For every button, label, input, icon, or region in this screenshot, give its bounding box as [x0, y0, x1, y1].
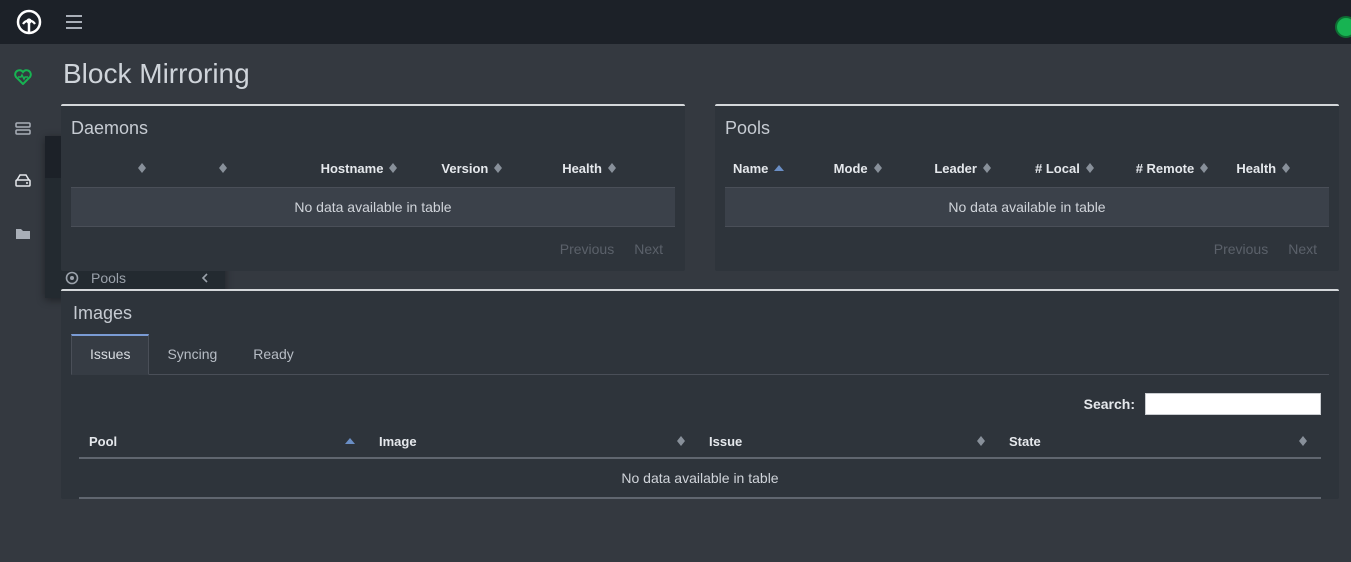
pools-empty-row: No data available in table [725, 187, 1329, 227]
sidebar-rail [0, 44, 45, 562]
prev-button[interactable]: Previous [1214, 241, 1268, 257]
daemons-col-health[interactable]: Health [554, 161, 675, 176]
rail-filesystem[interactable] [0, 220, 45, 246]
daemons-title: Daemons [61, 106, 685, 153]
images-title: Images [71, 291, 1329, 334]
images-col-state[interactable]: State [999, 434, 1321, 449]
page-title: Block Mirroring [63, 58, 1339, 90]
tab-ready[interactable]: Ready [235, 336, 311, 374]
daemons-empty-row: No data available in table [71, 187, 675, 227]
daemons-col-id[interactable]: ID [192, 161, 313, 176]
prev-button[interactable]: Previous [560, 241, 614, 257]
daemons-pager: Previous Next [61, 227, 685, 257]
images-tabs: Issues Syncing Ready [71, 334, 1329, 374]
images-tabpanel: Search: Pool Image Issue State No data a… [71, 375, 1329, 499]
pools-title: Pools [715, 106, 1339, 153]
daemons-col-version[interactable]: Version [433, 161, 554, 176]
pools-col-remote[interactable]: # Remote [1128, 161, 1229, 176]
pools-col-health[interactable]: Health [1228, 161, 1329, 176]
daemons-table: Instance ID Hostname Version Health No d… [71, 153, 675, 227]
tab-syncing[interactable]: Syncing [149, 336, 235, 374]
rail-health[interactable] [0, 64, 45, 90]
status-indicator [1335, 16, 1351, 38]
pools-pager: Previous Next [715, 227, 1339, 257]
daemons-col-instance[interactable]: Instance [71, 161, 192, 176]
pools-col-mode[interactable]: Mode [826, 161, 927, 176]
next-button[interactable]: Next [1288, 241, 1317, 257]
folder-icon [15, 227, 31, 240]
images-searchbar: Search: [79, 393, 1321, 415]
daemons-pane: Daemons Instance ID Hostname Version Hea… [61, 104, 685, 271]
daemons-col-hostname[interactable]: Hostname [313, 161, 434, 176]
main-content: Block Mirroring Daemons Instance ID Host… [45, 44, 1339, 562]
topbar [0, 0, 1351, 44]
pools-col-leader[interactable]: Leader [926, 161, 1027, 176]
menu-toggle-button[interactable] [66, 7, 90, 37]
pools-col-name[interactable]: Name [725, 161, 826, 176]
search-input[interactable] [1145, 393, 1321, 415]
images-table-head: Pool Image Issue State [79, 425, 1321, 459]
search-label: Search: [1084, 396, 1135, 412]
app-logo [14, 7, 44, 37]
drive-icon [15, 174, 31, 188]
images-empty-row: No data available in table [79, 459, 1321, 499]
rail-block[interactable] [0, 168, 45, 194]
rail-cluster[interactable] [0, 116, 45, 142]
images-col-pool[interactable]: Pool [79, 434, 369, 449]
images-pane: Images Issues Syncing Ready Search: Pool… [61, 289, 1339, 499]
next-button[interactable]: Next [634, 241, 663, 257]
images-col-image[interactable]: Image [369, 434, 699, 449]
heart-icon [14, 69, 32, 85]
images-col-issue[interactable]: Issue [699, 434, 999, 449]
pools-table: Name Mode Leader # Local # Remote Health… [725, 153, 1329, 227]
tab-issues[interactable]: Issues [71, 334, 149, 375]
stack-icon [15, 122, 31, 136]
pools-pane: Pools Name Mode Leader # Local # Remote … [715, 104, 1339, 271]
pools-col-local[interactable]: # Local [1027, 161, 1128, 176]
